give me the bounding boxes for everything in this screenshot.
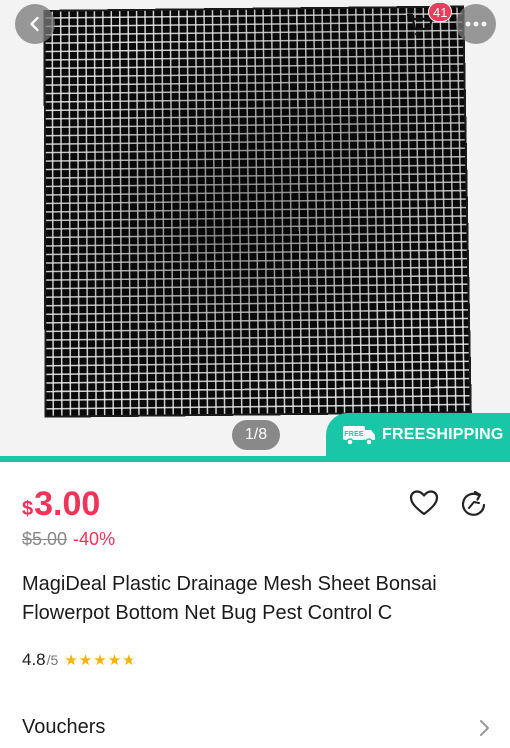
current-price: $ 3.00 xyxy=(22,485,100,524)
rating-value: 4.8 xyxy=(22,650,46,669)
share-button[interactable] xyxy=(458,488,490,520)
back-button[interactable] xyxy=(15,4,55,44)
share-icon xyxy=(461,490,486,516)
truck-icon: FREE xyxy=(343,426,375,446)
rating-row[interactable]: 4.8 /5 ★ ★ ★ ★ ★ xyxy=(22,650,136,670)
chevron-left-icon xyxy=(30,16,39,32)
truck-icon-label: FREE xyxy=(344,431,364,438)
star-icon: ★ xyxy=(64,651,78,669)
star-icon: ★ xyxy=(93,651,107,669)
star-icon: ★ xyxy=(122,651,136,669)
star-icon: ★ xyxy=(107,651,122,669)
original-price-row: $5.00 -40% xyxy=(22,529,115,550)
cart-count-badge: 41 xyxy=(428,2,453,22)
rating-stars: ★ ★ ★ ★ ★ xyxy=(64,653,135,668)
more-icon xyxy=(465,21,487,27)
heart-icon xyxy=(409,490,439,516)
more-button[interactable] xyxy=(456,4,496,44)
rating-max: /5 xyxy=(46,652,59,668)
divider xyxy=(0,456,510,462)
image-page-indicator: 1/8 xyxy=(232,420,280,450)
chevron-right-icon[interactable] xyxy=(474,716,494,740)
product-title: MagiDeal Plastic Drainage Mesh Sheet Bon… xyxy=(22,573,437,624)
discount-percent: -40% xyxy=(73,529,116,549)
product-image xyxy=(45,7,470,416)
vouchers-label[interactable]: Vouchers xyxy=(22,716,105,739)
currency-symbol: $ xyxy=(22,498,34,520)
price-amount: 3.00 xyxy=(34,485,101,523)
star-icon: ★ xyxy=(78,651,93,669)
free-shipping-banner: FREE FREESHIPPING xyxy=(326,413,510,457)
free-shipping-label: FREESHIPPING xyxy=(382,426,504,443)
favorite-button[interactable] xyxy=(408,487,440,519)
original-price: $5.00 xyxy=(22,529,68,549)
product-image-gallery[interactable] xyxy=(0,0,510,456)
